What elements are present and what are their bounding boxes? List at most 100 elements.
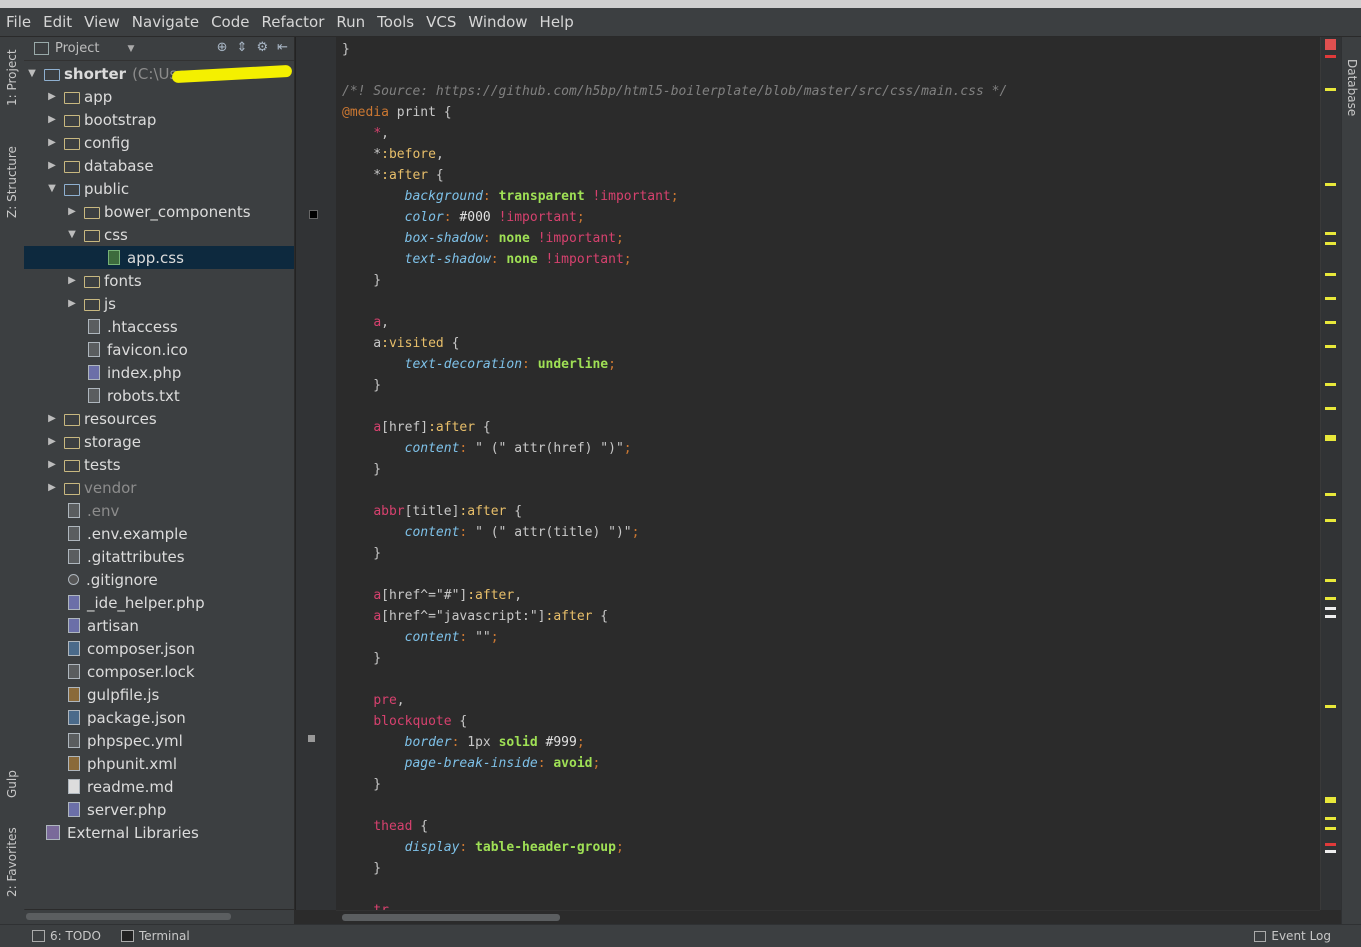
- scrollbar-thumb[interactable]: [342, 914, 560, 921]
- tree-file-phpspec[interactable]: phpspec.yml: [24, 729, 294, 752]
- warning-mark[interactable]: [1325, 383, 1336, 386]
- menu-code[interactable]: Code: [205, 8, 255, 36]
- tree-file-index-php[interactable]: index.php: [24, 361, 294, 384]
- tree-folder-bootstrap[interactable]: ▶ bootstrap: [24, 108, 294, 131]
- tree-file-composer-json[interactable]: composer.json: [24, 637, 294, 660]
- collapsed-arrow-icon[interactable]: ▶: [46, 91, 58, 102]
- todo-tool-button[interactable]: 6: TODO: [32, 929, 101, 943]
- collapsed-arrow-icon[interactable]: ▶: [66, 298, 78, 309]
- tree-folder-config[interactable]: ▶ config: [24, 131, 294, 154]
- warning-mark[interactable]: [1325, 183, 1336, 186]
- tree-folder-app[interactable]: ▶ app: [24, 85, 294, 108]
- warning-mark[interactable]: [1325, 705, 1336, 708]
- code-line[interactable]: *:after {: [342, 165, 1007, 186]
- code-line[interactable]: a[href]:after {: [342, 417, 1007, 438]
- tree-file-robots[interactable]: robots.txt: [24, 384, 294, 407]
- code-line[interactable]: page-break-inside: avoid;: [342, 753, 1007, 774]
- menu-refactor[interactable]: Refactor: [255, 8, 330, 36]
- terminal-tool-button[interactable]: Terminal: [120, 929, 190, 943]
- tree-file-ide-helper[interactable]: _ide_helper.php: [24, 591, 294, 614]
- code-line[interactable]: a:visited {: [342, 333, 1007, 354]
- warning-mark[interactable]: [1325, 579, 1336, 582]
- error-stripe[interactable]: [1320, 37, 1342, 910]
- tree-file-server-php[interactable]: server.php: [24, 798, 294, 821]
- tab-project[interactable]: 1: Project: [2, 43, 22, 113]
- code-line[interactable]: text-shadow: none !important;: [342, 249, 1007, 270]
- warning-mark[interactable]: [1325, 493, 1336, 496]
- expanded-arrow-icon[interactable]: ▼: [66, 229, 78, 240]
- tree-folder-database[interactable]: ▶ database: [24, 154, 294, 177]
- code-line[interactable]: a,: [342, 312, 1007, 333]
- code-line[interactable]: }: [342, 39, 1007, 60]
- tree-folder-storage[interactable]: ▶ storage: [24, 430, 294, 453]
- tree-root[interactable]: ▼ shorter (C:\User: [24, 62, 294, 85]
- code-line[interactable]: }: [342, 375, 1007, 396]
- code-line[interactable]: *:before,: [342, 144, 1007, 165]
- code-line[interactable]: }: [342, 543, 1007, 564]
- warning-mark[interactable]: [1325, 242, 1336, 245]
- warning-mark[interactable]: [1325, 435, 1336, 441]
- tree-external-libraries[interactable]: External Libraries: [24, 821, 294, 844]
- code-line[interactable]: abbr[title]:after {: [342, 501, 1007, 522]
- collapsed-arrow-icon[interactable]: ▶: [46, 459, 58, 470]
- code-line[interactable]: background: transparent !important;: [342, 186, 1007, 207]
- menu-edit[interactable]: Edit: [37, 8, 78, 36]
- code-line[interactable]: *,: [342, 123, 1007, 144]
- warning-mark[interactable]: [1325, 597, 1336, 600]
- warning-mark[interactable]: [1325, 827, 1336, 830]
- tree-file-favicon[interactable]: favicon.ico: [24, 338, 294, 361]
- warning-mark[interactable]: [1325, 232, 1336, 235]
- collapsed-arrow-icon[interactable]: ▶: [46, 137, 58, 148]
- scrollbar-thumb[interactable]: [26, 913, 231, 920]
- tree-folder-fonts[interactable]: ▶ fonts: [24, 269, 294, 292]
- tree-folder-tests[interactable]: ▶ tests: [24, 453, 294, 476]
- tree-folder-resources[interactable]: ▶ resources: [24, 407, 294, 430]
- code-line[interactable]: }: [342, 270, 1007, 291]
- menu-navigate[interactable]: Navigate: [126, 8, 205, 36]
- tab-structure[interactable]: Z: Structure: [2, 137, 22, 227]
- code-line[interactable]: text-decoration: underline;: [342, 354, 1007, 375]
- code-line[interactable]: ​: [342, 396, 1007, 417]
- tab-gulp[interactable]: Gulp: [2, 759, 22, 809]
- warning-mark[interactable]: [1325, 797, 1336, 803]
- code-line[interactable]: a[href^="javascript:"]:after {: [342, 606, 1007, 627]
- code-line[interactable]: color: #000 !important;: [342, 207, 1007, 228]
- menu-vcs[interactable]: VCS: [420, 8, 462, 36]
- warning-mark[interactable]: [1325, 88, 1336, 91]
- tree-file-package-json[interactable]: package.json: [24, 706, 294, 729]
- code-line[interactable]: a[href^="#"]:after,: [342, 585, 1007, 606]
- code-line[interactable]: thead {: [342, 816, 1007, 837]
- info-mark[interactable]: [1325, 607, 1336, 610]
- warning-mark[interactable]: [1325, 519, 1336, 522]
- code-line[interactable]: pre,: [342, 690, 1007, 711]
- tree-file-artisan[interactable]: artisan: [24, 614, 294, 637]
- tab-favorites[interactable]: 2: Favorites: [2, 822, 22, 902]
- expanded-arrow-icon[interactable]: ▼: [46, 183, 58, 194]
- chevron-down-icon[interactable]: ▼: [127, 44, 134, 54]
- tree-folder-vendor[interactable]: ▶ vendor: [24, 476, 294, 499]
- collapse-icon[interactable]: ⇕: [237, 40, 248, 55]
- code-line[interactable]: ​: [342, 60, 1007, 81]
- code-line[interactable]: ​: [342, 564, 1007, 585]
- code-line[interactable]: }: [342, 648, 1007, 669]
- warning-mark[interactable]: [1325, 817, 1336, 820]
- menu-tools[interactable]: Tools: [371, 8, 420, 36]
- code-line[interactable]: }: [342, 459, 1007, 480]
- menu-view[interactable]: View: [78, 8, 126, 36]
- error-mark[interactable]: [1325, 55, 1336, 58]
- tab-database[interactable]: Database: [1345, 59, 1359, 116]
- code-line[interactable]: border: 1px solid #999;: [342, 732, 1007, 753]
- locate-icon[interactable]: ⊕: [217, 40, 228, 55]
- tree-folder-css[interactable]: ▼ css: [24, 223, 294, 246]
- code-line[interactable]: ​: [342, 291, 1007, 312]
- warning-mark[interactable]: [1325, 321, 1336, 324]
- tree-file-env[interactable]: .env: [24, 499, 294, 522]
- code-line[interactable]: }: [342, 774, 1007, 795]
- code-line[interactable]: display: table-header-group;: [342, 837, 1007, 858]
- code-line[interactable]: ​: [342, 795, 1007, 816]
- code-line[interactable]: ​: [342, 669, 1007, 690]
- tree-file-readme[interactable]: readme.md: [24, 775, 294, 798]
- tree-folder-js[interactable]: ▶ js: [24, 292, 294, 315]
- menu-run[interactable]: Run: [330, 8, 371, 36]
- editor-horizontal-scrollbar[interactable]: [336, 910, 1320, 925]
